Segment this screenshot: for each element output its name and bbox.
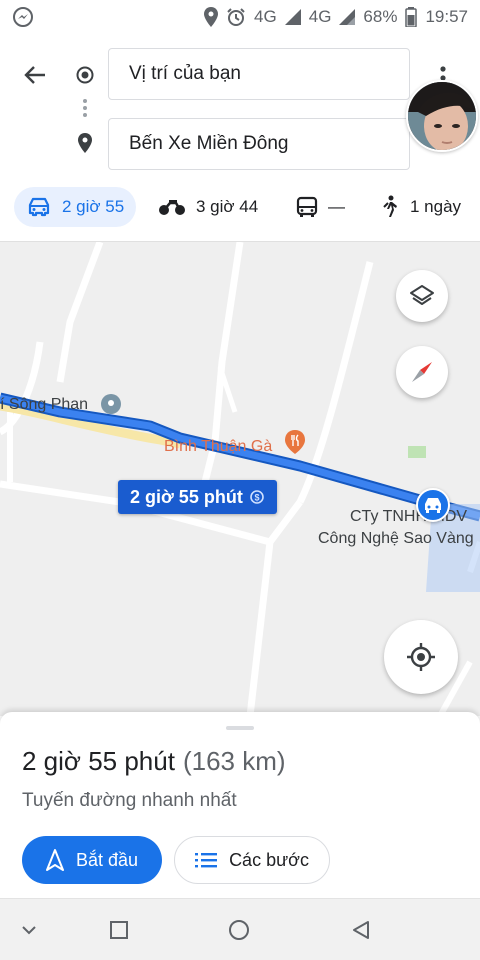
navigation-arrow-icon [45,849,64,871]
route-distance: (163 km) [182,746,286,776]
current-location-marker [416,488,450,522]
restaurant-pin-icon[interactable] [284,430,306,454]
car-icon [28,197,50,217]
alarm-icon [226,7,246,27]
my-location-icon [407,643,435,671]
map-label-place-2: Bình Thuận Gà [164,438,273,455]
nav-home-button[interactable] [224,915,254,945]
nav-back-button[interactable] [346,915,376,945]
route-subtitle: Tuyến đường nhanh nhất [22,790,237,811]
battery-percent: 68% [363,7,398,26]
toll-info-icon: $ [250,490,264,504]
start-button[interactable]: Bắt đầu [22,836,162,884]
route-dots-icon [83,99,87,117]
sheet-drag-handle[interactable] [226,726,254,730]
walk-icon [383,195,397,217]
signal-icon [339,9,356,25]
origin-dot-icon [76,66,94,84]
signal-icon [284,9,301,25]
map-view[interactable]: í Sông Phan Bình Thuận Gà CTy TNHH MDV C… [0,242,480,716]
mode-motorbike[interactable]: 3 giờ 44 [146,187,270,227]
battery-icon [405,7,418,27]
directions-header: Vị trí của bạn Bến Xe Miền Đông [0,34,480,180]
compass-button[interactable] [396,346,448,398]
layers-icon [410,285,434,305]
mode-driving-label: 2 giờ 55 [62,197,125,216]
route-duration-badge[interactable]: 2 giờ 55 phút $ [118,480,277,514]
profile-photo [408,82,476,150]
origin-field[interactable]: Vị trí của bạn [108,48,410,100]
mode-transit[interactable]: — [284,187,357,227]
compass-icon [412,362,432,382]
mode-walking-label: 1 ngày [410,197,462,216]
bus-icon [296,196,318,217]
mode-walking[interactable]: 1 ngày [368,187,473,227]
back-icon [353,921,369,939]
destination-field[interactable]: Bến Xe Miền Đông [108,118,410,170]
svg-text:$: $ [254,493,259,503]
network-label-1: 4G [254,7,277,26]
route-badge-label: 2 giờ 55 phút [130,486,243,507]
map-label-place-4: Công Nghệ Sao Vàng [318,530,474,547]
destination-pin-icon [78,133,92,153]
place-pin-icon[interactable] [100,393,122,415]
list-icon [195,853,218,868]
route-summary-sheet[interactable]: 2 giờ 55 phút (163 km) Tuyến đường nhanh … [0,712,480,898]
motorbike-icon [159,200,185,215]
home-icon [229,920,249,940]
layers-button[interactable] [396,270,448,322]
car-icon [425,498,441,513]
status-bar: 4G 4G 68% 19:57 [0,0,480,34]
start-button-label: Bắt đầu [75,849,139,870]
nav-recents-button[interactable] [104,915,134,945]
my-location-button[interactable] [384,620,458,694]
avatar[interactable] [406,80,478,152]
mode-driving[interactable]: 2 giờ 55 [14,187,137,227]
route-duration: 2 giờ 55 phút [22,746,175,776]
route-summary: 2 giờ 55 phút (163 km) [22,746,286,777]
arrow-left-icon [24,66,45,84]
network-label-2: 4G [308,7,332,26]
recents-icon [110,921,128,939]
mode-motorbike-label: 3 giờ 44 [196,197,259,216]
nav-hide-button[interactable] [14,915,44,945]
mode-transit-label: — [328,197,345,216]
travel-modes: 2 giờ 55 3 giờ 44 — 1 ngày [0,180,480,242]
messenger-icon [12,6,34,28]
steps-button[interactable]: Các bước [174,836,330,884]
system-nav-bar [0,898,480,960]
chevron-down-icon [22,926,36,935]
clock: 19:57 [425,7,468,26]
map-label-place-3: CTy TNHH MDV [350,508,468,525]
location-icon [204,7,219,27]
steps-button-label: Các bước [229,849,309,870]
map-label-place-1: í Sông Phan [0,396,89,413]
back-button[interactable] [20,60,50,90]
